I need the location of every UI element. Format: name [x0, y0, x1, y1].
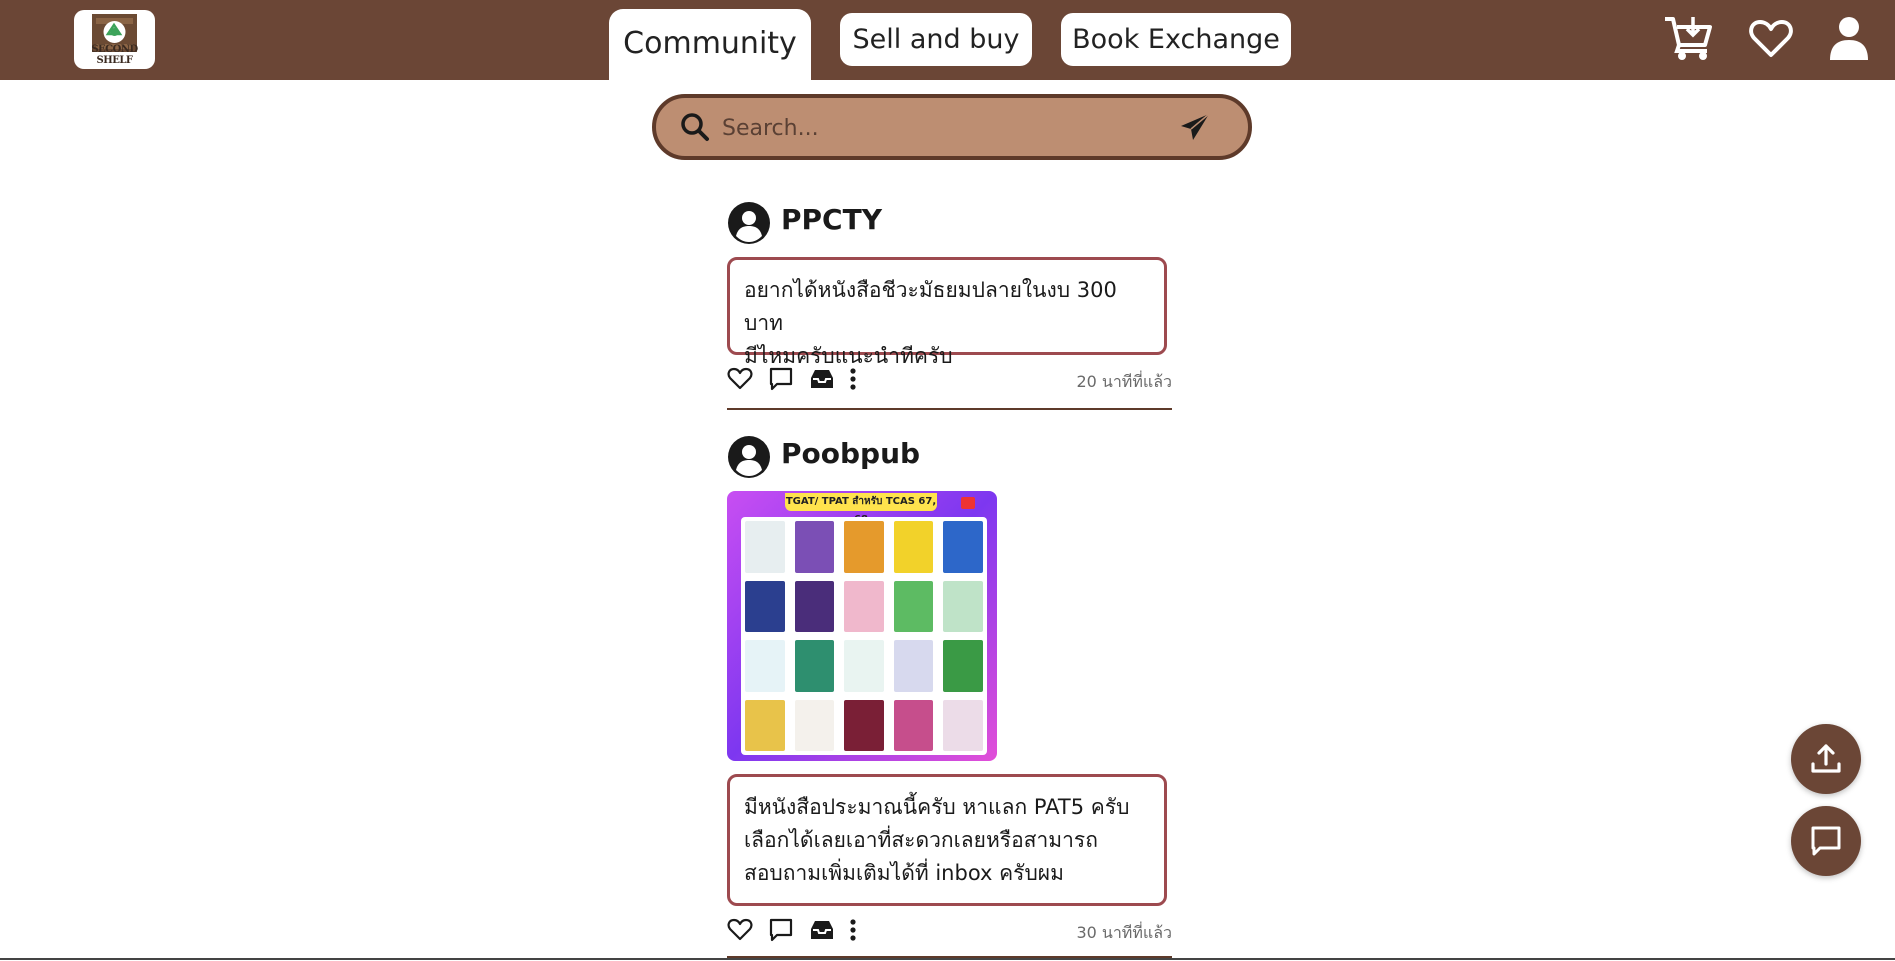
upload-fab-button[interactable] [1791, 724, 1861, 794]
tab-book-exchange[interactable]: Book Exchange [1061, 13, 1291, 66]
book-cover [893, 699, 934, 751]
user-icon[interactable] [1829, 16, 1869, 64]
avatar-icon[interactable] [727, 201, 771, 245]
tab-community[interactable]: Community [609, 9, 811, 84]
send-icon[interactable] [1179, 112, 1211, 142]
like-heart-icon[interactable] [727, 366, 753, 392]
book-cover [943, 699, 983, 751]
book-cover [844, 699, 884, 751]
book-cover [943, 580, 983, 632]
post-actions: 30 นาทีที่แล้ว [727, 917, 1172, 947]
book-cover [893, 580, 934, 632]
post-text-line: เลือกได้เลยเอาที่สะดวกเลยหรือสามารถ [744, 828, 1098, 852]
logo-text: SECOND SHELF [91, 44, 138, 66]
image-banner-text: TGAT/ TPAT สำหรับ TCAS 67, 68 [785, 493, 937, 525]
book-cover [745, 521, 785, 573]
top-navbar: SECOND SHELF Community Sell and buy Book… [0, 0, 1895, 84]
post-text-box: อยากได้หนังสือชีวะมัธยมปลายในงบ 300 บาท … [727, 257, 1167, 368]
like-heart-icon[interactable] [727, 917, 753, 943]
image-flag-mark [961, 497, 975, 509]
search-input[interactable] [720, 108, 1164, 148]
book-cover [745, 699, 785, 751]
comment-icon[interactable] [768, 366, 794, 392]
book-cover [794, 580, 835, 632]
search-bar [652, 94, 1252, 160]
post-username[interactable]: Poobpub [781, 437, 920, 470]
tab-sell-and-buy[interactable]: Sell and buy [840, 13, 1032, 66]
book-cover [794, 699, 835, 751]
post-divider [727, 408, 1172, 410]
book-cover [844, 580, 884, 632]
book-cover [893, 640, 934, 692]
chat-fab-button[interactable] [1791, 806, 1861, 876]
second-shelf-logo[interactable]: SECOND SHELF [74, 10, 155, 69]
comment-icon[interactable] [768, 917, 794, 943]
inbox-icon[interactable] [809, 366, 835, 392]
chat-icon [1811, 826, 1841, 856]
post-text-line: มีหนังสือประมาณนี้ครับ หาแลก PAT5 ครับ [744, 795, 1130, 819]
book-cover [745, 640, 785, 692]
inbox-icon[interactable] [809, 917, 835, 943]
post-text-line: อยากได้หนังสือชีวะมัธยมปลายในงบ 300 บาท [744, 278, 1117, 335]
book-cover [943, 640, 983, 692]
search-icon [681, 113, 709, 141]
post-text-box: มีหนังสือประมาณนี้ครับ หาแลก PAT5 ครับ เ… [727, 774, 1167, 906]
post-timestamp: 20 นาทีที่แล้ว [1076, 372, 1172, 391]
post-image[interactable]: TGAT/ TPAT สำหรับ TCAS 67, 68 [727, 491, 997, 761]
book-cover-grid [741, 517, 987, 755]
post-username[interactable]: PPCTY [781, 203, 882, 236]
book-cover [794, 521, 835, 573]
post-actions: 20 นาทีที่แล้ว [727, 366, 1172, 396]
page-bottom-edge [0, 958, 1895, 960]
book-cover [794, 640, 835, 692]
avatar-icon[interactable] [727, 435, 771, 479]
post-text-line: สอบถามเพิ่มเติมได้ที่ inbox ครับผม [744, 861, 1064, 885]
upload-icon [1811, 744, 1841, 773]
heart-icon[interactable] [1749, 19, 1793, 63]
post-timestamp: 30 นาทีที่แล้ว [1076, 923, 1172, 942]
book-cover [844, 521, 884, 573]
more-options-icon[interactable] [848, 366, 858, 392]
book-cover [745, 580, 785, 632]
book-cover [943, 521, 983, 573]
cart-icon[interactable] [1663, 15, 1713, 65]
more-options-icon[interactable] [848, 917, 858, 943]
book-cover [844, 640, 884, 692]
book-cover [893, 521, 934, 573]
